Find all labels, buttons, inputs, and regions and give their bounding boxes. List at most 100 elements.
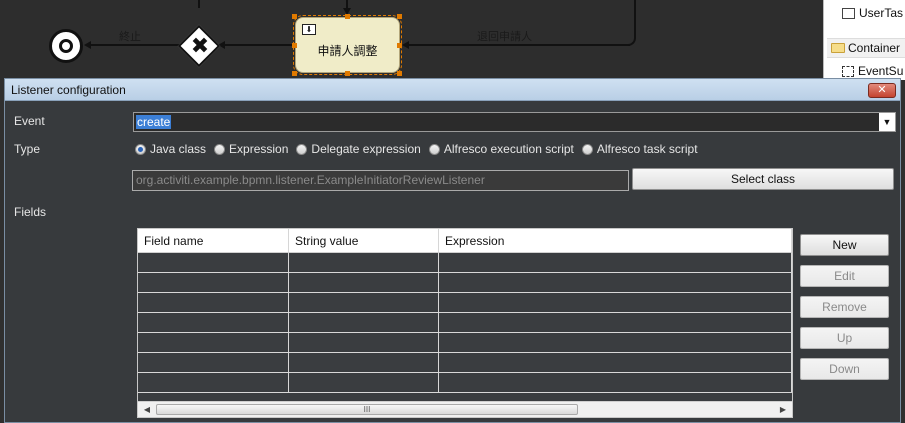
- selection-handle[interactable]: [345, 71, 350, 76]
- table-cell[interactable]: [439, 253, 792, 272]
- task-label: 申請人調整: [317, 44, 378, 58]
- select-class-button[interactable]: Select class: [632, 168, 894, 190]
- table-cell[interactable]: [289, 333, 439, 352]
- table-cell[interactable]: [289, 253, 439, 272]
- radio-label: Java class: [150, 142, 207, 156]
- table-cell[interactable]: [439, 293, 792, 312]
- gateway-x-mark: ✖: [190, 33, 210, 58]
- palette-item-label: EventSu: [858, 64, 904, 78]
- fields-table[interactable]: Field name String value Expression ◀ III…: [137, 228, 793, 418]
- column-header[interactable]: Expression: [439, 229, 792, 252]
- scroll-right-icon[interactable]: ▶: [777, 404, 789, 416]
- palette-group-container[interactable]: Container: [827, 38, 905, 58]
- sequence-flow-gateway[interactable]: [222, 44, 294, 46]
- palette-item-usertask[interactable]: UserTas: [842, 6, 903, 20]
- selection-handle[interactable]: [397, 71, 402, 76]
- table-cell[interactable]: [138, 273, 289, 292]
- folder-icon: [831, 43, 845, 53]
- event-select[interactable]: create ▼: [133, 112, 896, 132]
- selection-handle[interactable]: [292, 43, 297, 48]
- radio-alfresco-execution-script[interactable]: Alfresco execution script: [428, 142, 574, 156]
- table-cell[interactable]: [138, 333, 289, 352]
- radio-java-class[interactable]: Java class: [135, 142, 206, 156]
- table-row[interactable]: [138, 353, 792, 373]
- class-input[interactable]: org.activiti.example.bpmn.listener.Examp…: [132, 170, 629, 191]
- table-row[interactable]: [138, 253, 792, 273]
- scroll-thumb[interactable]: III: [156, 404, 578, 415]
- table-row[interactable]: [138, 373, 792, 393]
- table-cell[interactable]: [289, 273, 439, 292]
- radio-dot[interactable]: [428, 143, 440, 155]
- column-header[interactable]: String value: [289, 229, 439, 252]
- selection-handle[interactable]: [345, 14, 350, 19]
- user-task-icon: [842, 7, 855, 19]
- radio-label: Alfresco task script: [596, 142, 698, 156]
- table-cell[interactable]: [138, 293, 289, 312]
- sequence-flow-back-corner: [626, 36, 636, 46]
- table-cell[interactable]: [289, 353, 439, 372]
- table-body: [138, 253, 792, 393]
- radio-dot[interactable]: [581, 143, 593, 155]
- table-cell[interactable]: [138, 373, 289, 392]
- table-cell[interactable]: [138, 313, 289, 332]
- table-row[interactable]: [138, 313, 792, 333]
- sequence-flow-top[interactable]: [198, 0, 200, 8]
- remove-button[interactable]: Remove: [800, 296, 889, 318]
- scroll-left-icon[interactable]: ◀: [141, 404, 153, 416]
- table-cell[interactable]: [439, 353, 792, 372]
- flow-label-back: 退回申請人: [477, 30, 532, 43]
- radio-expression[interactable]: Expression: [214, 142, 288, 156]
- fields-label: Fields: [14, 205, 47, 219]
- table-cell[interactable]: [138, 353, 289, 372]
- selection-handle[interactable]: [397, 14, 402, 19]
- radio-label: Expression: [229, 142, 289, 156]
- palette-panel: UserTas Container EventSu: [823, 0, 905, 80]
- sequence-flow-back[interactable]: [408, 44, 630, 46]
- selection-handle[interactable]: [292, 71, 297, 76]
- table-row[interactable]: [138, 273, 792, 293]
- close-button[interactable]: ✕: [868, 83, 896, 98]
- user-task-icon: ⬇: [302, 24, 316, 35]
- bpmn-canvas[interactable]: 終止 退回申請人 ✖ ⬇ 申請人調整: [0, 0, 905, 80]
- table-row[interactable]: [138, 333, 792, 353]
- end-event-icon[interactable]: [49, 29, 83, 63]
- radio-delegate-expression[interactable]: Delegate expression: [296, 142, 421, 156]
- table-cell[interactable]: [439, 373, 792, 392]
- event-select-value: create: [136, 115, 172, 129]
- user-task[interactable]: ⬇ 申請人調整: [293, 15, 402, 75]
- radio-label: Alfresco execution script: [443, 142, 574, 156]
- radio-dot[interactable]: [214, 143, 226, 155]
- table-header: Field name String value Expression: [138, 229, 792, 253]
- listener-configuration-dialog: Listener configuration ✕ Event create ▼ …: [4, 78, 901, 423]
- dialog-titlebar[interactable]: Listener configuration: [5, 79, 900, 101]
- table-cell[interactable]: [439, 333, 792, 352]
- chevron-down-icon[interactable]: ▼: [879, 113, 895, 131]
- column-header[interactable]: Field name: [138, 229, 289, 252]
- type-label: Type: [14, 142, 41, 156]
- table-row[interactable]: [138, 293, 792, 313]
- table-cell[interactable]: [289, 373, 439, 392]
- table-cell[interactable]: [289, 313, 439, 332]
- sequence-flow-end[interactable]: [88, 44, 180, 46]
- table-cell[interactable]: [439, 273, 792, 292]
- arrow-head: [402, 41, 409, 49]
- table-cell[interactable]: [289, 293, 439, 312]
- radio-dot[interactable]: [296, 143, 308, 155]
- flow-label-end: 終止: [119, 30, 141, 43]
- event-subprocess-icon: [842, 65, 854, 77]
- selection-handle[interactable]: [397, 43, 402, 48]
- edit-button[interactable]: Edit: [800, 265, 889, 287]
- palette-item-eventsubprocess[interactable]: EventSu: [842, 64, 903, 78]
- new-button[interactable]: New: [800, 234, 889, 256]
- table-cell[interactable]: [439, 313, 792, 332]
- radio-dot[interactable]: [135, 143, 146, 155]
- horizontal-scrollbar[interactable]: ◀ III ▶: [138, 401, 792, 417]
- sequence-flow-back-vertical[interactable]: [634, 0, 636, 38]
- up-button[interactable]: Up: [800, 327, 889, 349]
- radio-label: Delegate expression: [311, 142, 421, 156]
- down-button[interactable]: Down: [800, 358, 889, 380]
- dialog-title: Listener configuration: [11, 82, 126, 97]
- table-cell[interactable]: [138, 253, 289, 272]
- radio-alfresco-task-script[interactable]: Alfresco task script: [581, 142, 698, 156]
- selection-handle[interactable]: [292, 14, 297, 19]
